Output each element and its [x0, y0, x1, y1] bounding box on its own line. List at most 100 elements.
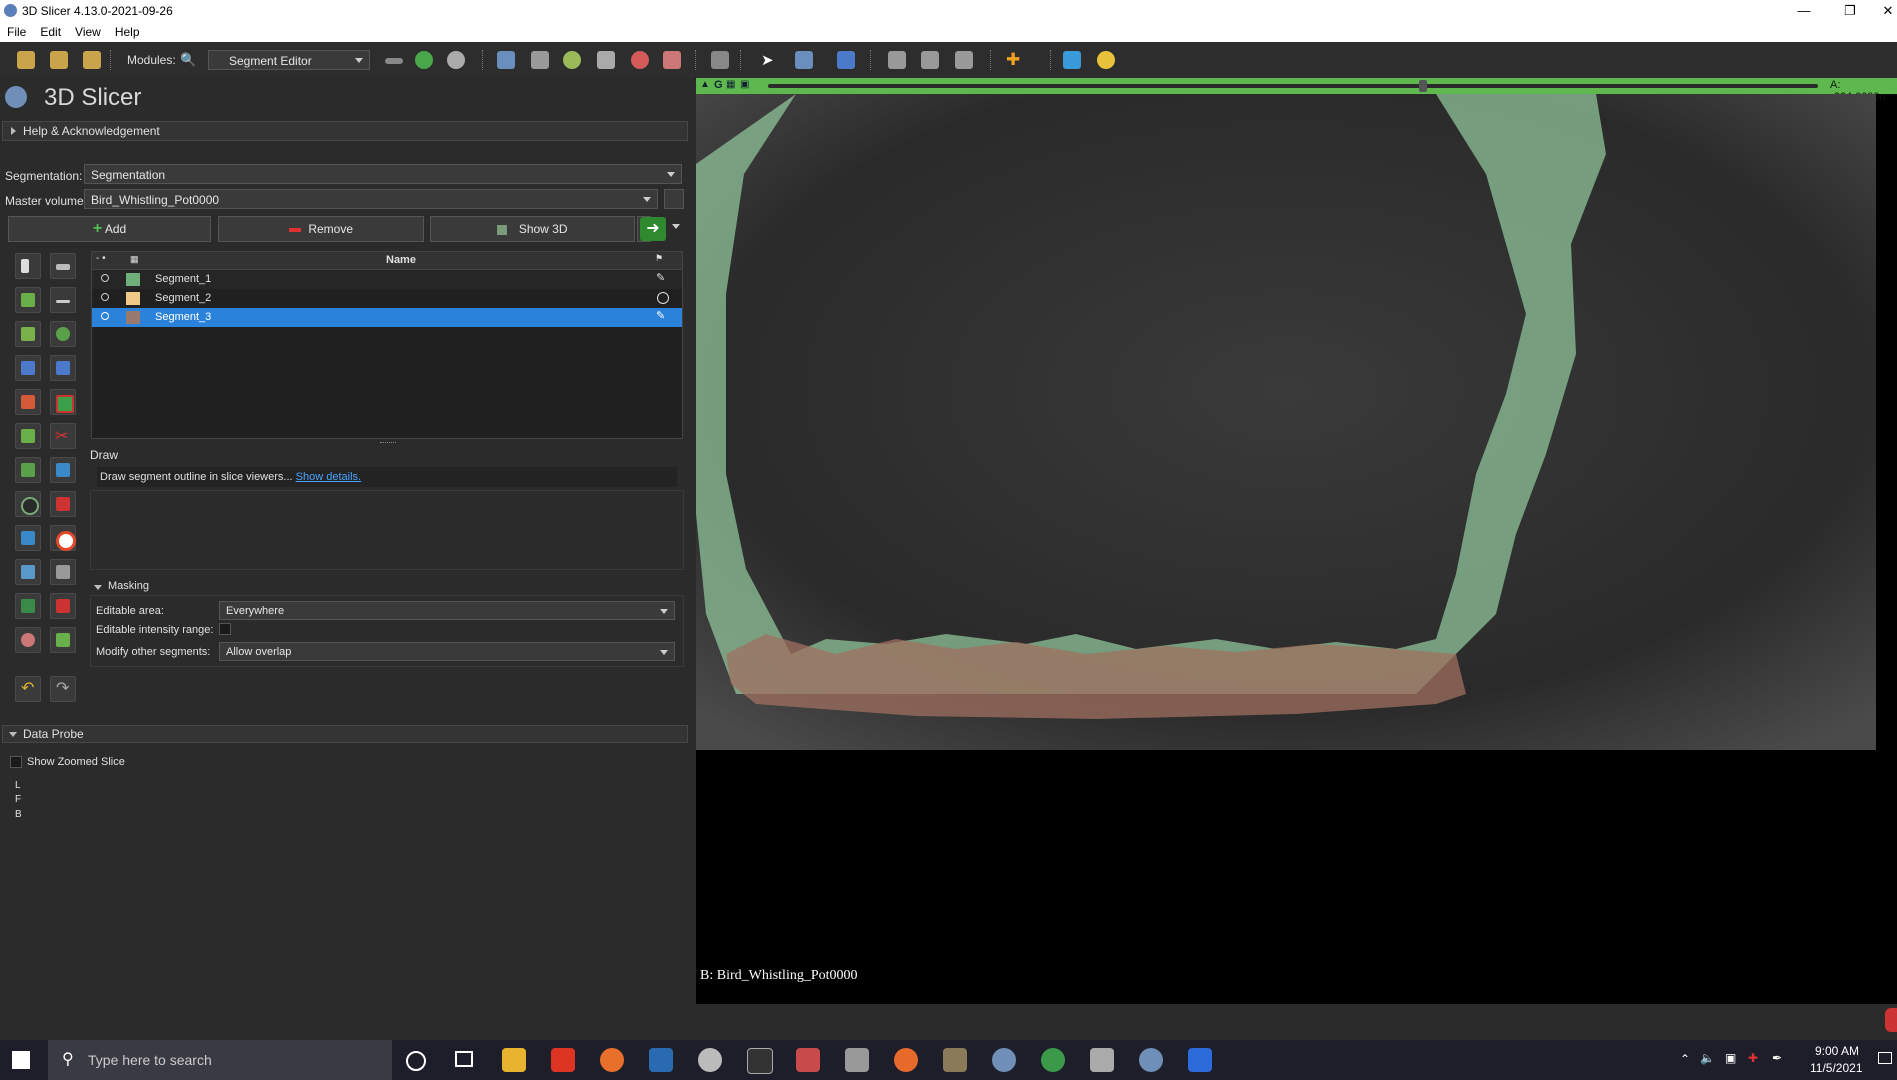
wrap-solidify-button[interactable]	[15, 627, 41, 653]
extension-manager-button[interactable]	[1060, 48, 1084, 72]
slicer-active-icon[interactable]	[1139, 1048, 1163, 1072]
more-options-button[interactable]	[672, 224, 680, 229]
no-entry-app-icon[interactable]	[894, 1048, 918, 1072]
forward-button[interactable]	[444, 48, 468, 72]
surface-cut-button[interactable]	[50, 559, 76, 585]
draw-effect-button[interactable]	[15, 287, 41, 313]
search-modules-icon[interactable]: 🔍	[180, 52, 196, 68]
firefox-icon[interactable]	[600, 1048, 624, 1072]
segment-name[interactable]: Segment_2	[155, 292, 211, 304]
local-threshold-button[interactable]	[15, 559, 41, 585]
logical-operators-button[interactable]	[50, 457, 76, 483]
terminal-icon[interactable]	[747, 1048, 773, 1074]
models-module-button[interactable]	[560, 48, 584, 72]
tray-app-icon[interactable]: ✚	[1748, 1051, 1758, 1065]
chrome-icon[interactable]	[1041, 1048, 1065, 1072]
paint-effect-button[interactable]	[50, 253, 76, 279]
slice-slider-handle[interactable]	[1419, 80, 1427, 92]
pencil-icon[interactable]: ✎	[656, 309, 665, 322]
pin-icon[interactable]: ▲	[700, 79, 710, 90]
taskbar-search-box[interactable]: ⚲ Type here to search	[48, 1040, 392, 1080]
document-app-icon[interactable]	[1188, 1048, 1212, 1072]
pencil-icon[interactable]: ✎	[656, 271, 665, 284]
network-icon[interactable]: ▣	[1725, 1051, 1736, 1065]
slicer-taskbar-icon[interactable]	[992, 1048, 1016, 1072]
layout-button[interactable]	[708, 48, 732, 72]
restore-view-button[interactable]	[952, 48, 976, 72]
editable-intensity-checkbox[interactable]	[219, 623, 231, 635]
engrave-effect-button[interactable]	[15, 525, 41, 551]
menu-edit[interactable]: Edit	[33, 22, 68, 39]
redo-button[interactable]: ↷	[50, 676, 76, 702]
load-data-button[interactable]	[14, 48, 38, 72]
mouse-mode-button[interactable]: ➤	[758, 48, 782, 72]
scissors-effect-button[interactable]: ✂	[50, 423, 76, 449]
segment-color-swatch[interactable]	[126, 273, 140, 286]
volume-icon[interactable]: 🔈	[1700, 1051, 1715, 1065]
level-tracing-button[interactable]	[15, 321, 41, 347]
segment-color-swatch[interactable]	[126, 311, 140, 324]
hollow-effect-button[interactable]	[50, 389, 76, 415]
crosshair-mode-button[interactable]	[834, 48, 858, 72]
avizo-icon[interactable]	[649, 1048, 673, 1072]
windows-start-icon[interactable]	[12, 1051, 30, 1069]
data-module-button[interactable]	[494, 48, 518, 72]
help-section-header[interactable]: Help & Acknowledgement	[2, 121, 688, 141]
slice-offset-slider[interactable]	[768, 84, 1818, 88]
markups-module-button[interactable]	[628, 48, 652, 72]
master-volume-selector[interactable]: Bird_Whistling_Pot0000	[84, 189, 658, 209]
crosshair-button[interactable]: ✚	[1002, 48, 1026, 72]
python-console-button[interactable]	[1094, 48, 1118, 72]
task-view-icon[interactable]	[455, 1051, 473, 1067]
view-options-icon[interactable]: ▣	[740, 79, 749, 90]
grid-effect-button[interactable]	[50, 627, 76, 653]
module-history-button[interactable]	[382, 48, 406, 72]
cube-app-icon[interactable]	[796, 1048, 820, 1072]
circle-status-icon[interactable]	[657, 292, 669, 304]
transforms-module-button[interactable]	[594, 48, 618, 72]
masking-section-header[interactable]: Masking	[90, 580, 684, 596]
acrobat-icon[interactable]	[551, 1048, 575, 1072]
file-explorer-icon[interactable]	[502, 1048, 526, 1072]
save-button[interactable]	[80, 48, 104, 72]
show-3d-button[interactable]: Show 3D	[430, 216, 635, 242]
threshold-effect-button[interactable]	[50, 355, 76, 381]
eye-icon[interactable]	[101, 293, 109, 301]
back-button[interactable]	[412, 48, 436, 72]
app-icon[interactable]	[698, 1048, 722, 1072]
switch-module-button[interactable]: ➜	[640, 217, 666, 241]
fill-between-slices-button[interactable]	[15, 355, 41, 381]
slice-viewer[interactable]: ▲ G ▦ ▣ A: -664.0000n B: Bird_Whistling_…	[696, 78, 1897, 1004]
slice-view-corner-icon[interactable]	[1885, 1008, 1897, 1032]
module-selector[interactable]: Segment Editor	[208, 50, 370, 70]
remove-segment-button[interactable]: Remove	[218, 216, 424, 242]
segment-color-swatch[interactable]	[126, 292, 140, 305]
close-icon[interactable]: ✕	[1865, 0, 1897, 22]
segment-name[interactable]: Segment_1	[155, 273, 211, 285]
splitter-handle[interactable]	[380, 442, 396, 445]
draw-tube-button[interactable]	[50, 491, 76, 517]
scene-view-button[interactable]	[918, 48, 942, 72]
watershed-button[interactable]	[50, 593, 76, 619]
screenshot-button[interactable]	[885, 48, 909, 72]
modify-other-selector[interactable]: Allow overlap	[219, 642, 675, 661]
editable-area-selector[interactable]: Everywhere	[219, 601, 675, 620]
smoothing-effect-button[interactable]	[15, 423, 41, 449]
add-segment-button[interactable]: + Add	[8, 216, 211, 242]
margin-effect-button[interactable]	[15, 389, 41, 415]
place-markup-button[interactable]	[792, 48, 816, 72]
eye-icon[interactable]	[101, 274, 109, 282]
table-row[interactable]: Segment_1 ✎	[92, 270, 682, 289]
show-details-link[interactable]: Show details.	[296, 471, 361, 483]
menu-view[interactable]: View	[68, 22, 108, 39]
segment-editor-module-button[interactable]	[660, 48, 684, 72]
none-effect-button[interactable]	[15, 253, 41, 279]
table-row[interactable]: Segment_3 ✎	[92, 308, 682, 327]
show-zoomed-checkbox[interactable]	[10, 756, 22, 768]
menu-help[interactable]: Help	[108, 22, 147, 39]
erase-effect-button[interactable]	[50, 287, 76, 313]
minimize-icon[interactable]: —	[1781, 0, 1827, 22]
segment-name[interactable]: Segment_3	[155, 311, 211, 323]
split-volume-button[interactable]	[15, 593, 41, 619]
notification-icon[interactable]	[1878, 1052, 1892, 1064]
